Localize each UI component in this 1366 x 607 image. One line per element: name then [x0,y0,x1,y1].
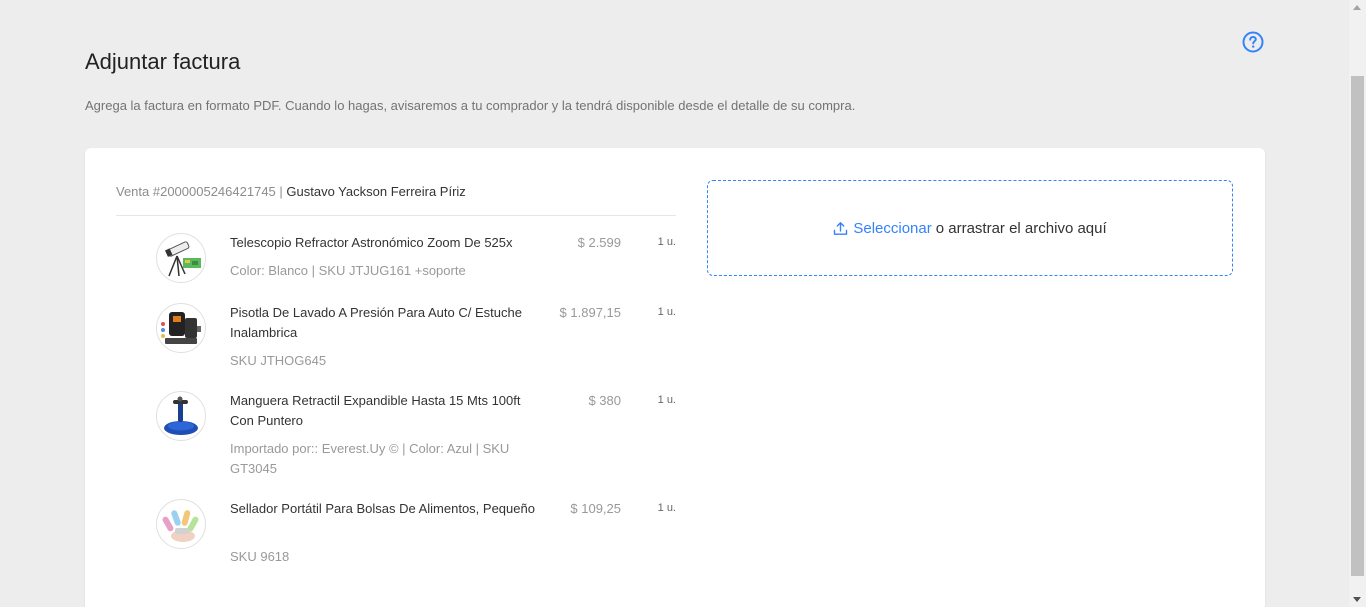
pressure-washer-image [156,303,206,353]
item-price: $ 1.897,15 [559,305,621,320]
list-item: Manguera Retractil Expandible Hasta 15 M… [156,391,676,476]
item-price: $ 380 [588,393,621,408]
page-subtitle: Agrega la factura en formato PDF. Cuando… [85,98,856,113]
sale-number: Venta #2000005246421745 [116,184,276,199]
item-quantity: 1 u. [657,502,676,514]
list-item: Telescopio Refractor Astronómico Zoom De… [156,233,676,283]
header-divider [116,215,676,216]
hose-image [156,391,206,441]
item-quantity: 1 u. [657,236,676,248]
item-name: Sellador Portátil Para Bolsas De Aliment… [230,501,535,516]
scrollbar-thumb[interactable] [1351,76,1364,576]
sale-header: Venta #2000005246421745 | Gustavo Yackso… [116,184,676,199]
help-icon[interactable] [1242,31,1264,53]
invoice-card: Venta #2000005246421745 | Gustavo Yackso… [85,148,1265,607]
drop-hint-text: o arrastrar el archivo aquí [935,219,1107,237]
item-price: $ 109,25 [570,501,621,516]
page: Adjuntar factura Agrega la factura en fo… [0,0,1366,607]
bag-sealer-image [156,499,206,549]
item-name: Telescopio Refractor Astronómico Zoom De… [230,235,513,250]
item-meta: SKU 9618 [230,549,290,564]
scroll-up-icon[interactable] [1353,5,1361,10]
select-file-link[interactable]: Seleccionar [833,220,932,237]
item-meta: Color: Blanco | SKU JTJUG161 +soporte [230,263,466,278]
upload-icon [834,221,848,235]
select-file-label[interactable]: Seleccionar [853,220,931,237]
item-quantity: 1 u. [657,394,676,406]
item-meta: Importado por:: Everest.Uy © | Color: Az… [230,441,510,476]
item-meta: SKU JTHOG645 [230,353,327,368]
list-item: Sellador Portátil Para Bolsas De Aliment… [156,499,676,569]
list-item: Pisotla De Lavado A Presión Para Auto C/… [156,303,676,373]
item-name: Manguera Retractil Expandible Hasta 15 M… [230,393,521,428]
item-quantity: 1 u. [657,306,676,318]
buyer-name: Gustavo Yackson Ferreira Píriz [286,184,466,199]
item-price: $ 2.599 [577,235,621,250]
sale-separator: | [275,184,287,199]
page-title: Adjuntar factura [85,49,241,74]
scroll-down-icon[interactable] [1353,597,1361,602]
vertical-scrollbar[interactable] [1349,0,1366,607]
item-name: Pisotla De Lavado A Presión Para Auto C/… [230,305,522,340]
telescope-image [156,233,206,283]
file-dropzone[interactable]: Seleccionar o arrastrar el archivo aquí [707,180,1233,276]
